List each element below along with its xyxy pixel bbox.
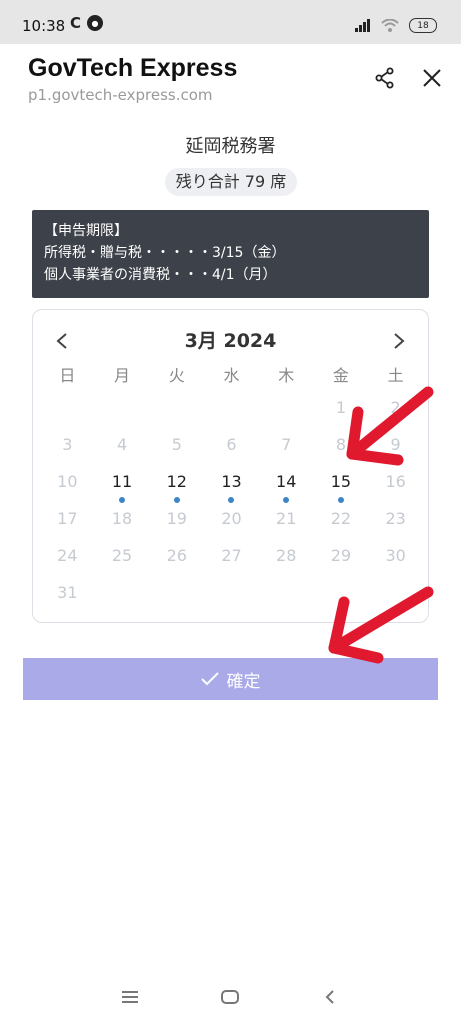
calendar-blank-cell — [40, 396, 95, 433]
checkmark-icon — [200, 672, 219, 686]
app-url: p1.govtech-express.com — [28, 86, 213, 104]
status-time: 10:38 — [22, 17, 66, 35]
calendar-day-disabled: 16 — [385, 472, 406, 491]
deadline-heading: 【申告期限】 — [44, 223, 128, 239]
weekday-label: 金 — [332, 366, 349, 385]
app-header: GovTech Express p1.govtech-express.com — [0, 44, 461, 114]
weekday-label: 土 — [387, 366, 404, 385]
calendar-day-disabled: 27 — [221, 546, 242, 565]
recent-apps-button[interactable] — [115, 984, 145, 1010]
calendar-day-available[interactable]: 11 — [95, 470, 150, 507]
calendar-day-disabled: 4 — [116, 435, 128, 454]
battery-icon: 18 — [409, 18, 437, 33]
calendar-day-disabled: 25 — [111, 546, 133, 565]
app-title: GovTech Express — [28, 54, 238, 82]
share-icon — [375, 67, 394, 89]
system-nav-bar — [0, 970, 461, 1024]
weekday-label: 木 — [278, 366, 295, 385]
next-month-button[interactable] — [384, 326, 414, 356]
calendar-blank-cell — [204, 396, 259, 433]
weekday-label: 火 — [168, 366, 185, 385]
chevron-right-icon — [394, 333, 405, 349]
weekday-label: 月 — [114, 366, 131, 385]
weekday-header: 日月火水木金土 — [40, 362, 423, 386]
calendar-day-disabled: 29 — [330, 546, 352, 565]
back-button[interactable] — [315, 984, 345, 1010]
share-button[interactable] — [369, 62, 401, 94]
home-icon — [221, 990, 239, 1004]
calendar-day-disabled: 30 — [385, 546, 406, 565]
calendar-day-available[interactable]: 15 — [314, 470, 369, 507]
calendar-day-disabled: 19 — [166, 509, 187, 528]
calendar-day-disabled: 28 — [276, 546, 297, 565]
status-bar: 10:38 C ● 18 — [0, 0, 461, 44]
status-notification-icons: C ● — [70, 14, 104, 32]
calendar-blank-cell — [149, 396, 204, 433]
confirm-button-label: 確定 — [226, 671, 261, 692]
close-button[interactable] — [416, 62, 448, 94]
weekday-label: 水 — [223, 366, 240, 385]
office-name: 延岡税務署 — [185, 136, 276, 157]
calendar-month-label: 3月 2024 — [184, 330, 277, 352]
calendar-day-available[interactable]: 13 — [204, 470, 259, 507]
calendar-day-disabled: 18 — [111, 509, 133, 528]
calendar-day-disabled: 17 — [57, 509, 78, 528]
annotation-arrow-icon — [328, 586, 434, 664]
home-button[interactable] — [215, 984, 245, 1010]
calendar-day-disabled: 7 — [281, 435, 292, 454]
weekday-label: 日 — [59, 366, 76, 385]
sync-icon: C — [70, 14, 82, 32]
calendar-day-disabled: 23 — [385, 509, 406, 528]
calendar-day-disabled: 3 — [62, 435, 73, 454]
calendar-day-disabled: 31 — [57, 583, 78, 602]
remaining-seats-badge: 残り合計 79 席 — [165, 168, 297, 196]
calendar-day-disabled: 22 — [330, 509, 352, 528]
calendar-day-disabled: 6 — [226, 435, 237, 454]
close-icon — [423, 69, 441, 87]
calendar-day-disabled: 10 — [57, 472, 78, 491]
menu-icon — [122, 991, 138, 1003]
signal-icon — [355, 19, 370, 32]
calendar-day-disabled: 26 — [166, 546, 187, 565]
calendar-day-available[interactable]: 14 — [259, 470, 314, 507]
annotation-arrow-icon — [346, 386, 434, 466]
calendar-day-disabled: 21 — [276, 509, 297, 528]
line-app-icon: ● — [87, 15, 104, 31]
status-system-icons: 18 — [355, 18, 437, 33]
calendar-day-disabled: 20 — [221, 509, 242, 528]
wifi-icon — [381, 19, 399, 32]
back-icon — [325, 990, 334, 1004]
calendar-day-available[interactable]: 12 — [149, 470, 204, 507]
calendar-blank-cell — [259, 396, 314, 433]
deadline-notice: 【申告期限】 所得税・贈与税・・・・・3/15（金） 個人事業者の消費税・・・4… — [32, 210, 429, 298]
deadline-line-consumption-tax: 個人事業者の消費税・・・4/1（月） — [44, 267, 277, 283]
deadline-line-income-tax: 所得税・贈与税・・・・・3/15（金） — [44, 245, 286, 261]
calendar-day-disabled: 24 — [57, 546, 78, 565]
calendar-blank-cell — [95, 396, 150, 433]
calendar-day-disabled: 5 — [171, 435, 182, 454]
